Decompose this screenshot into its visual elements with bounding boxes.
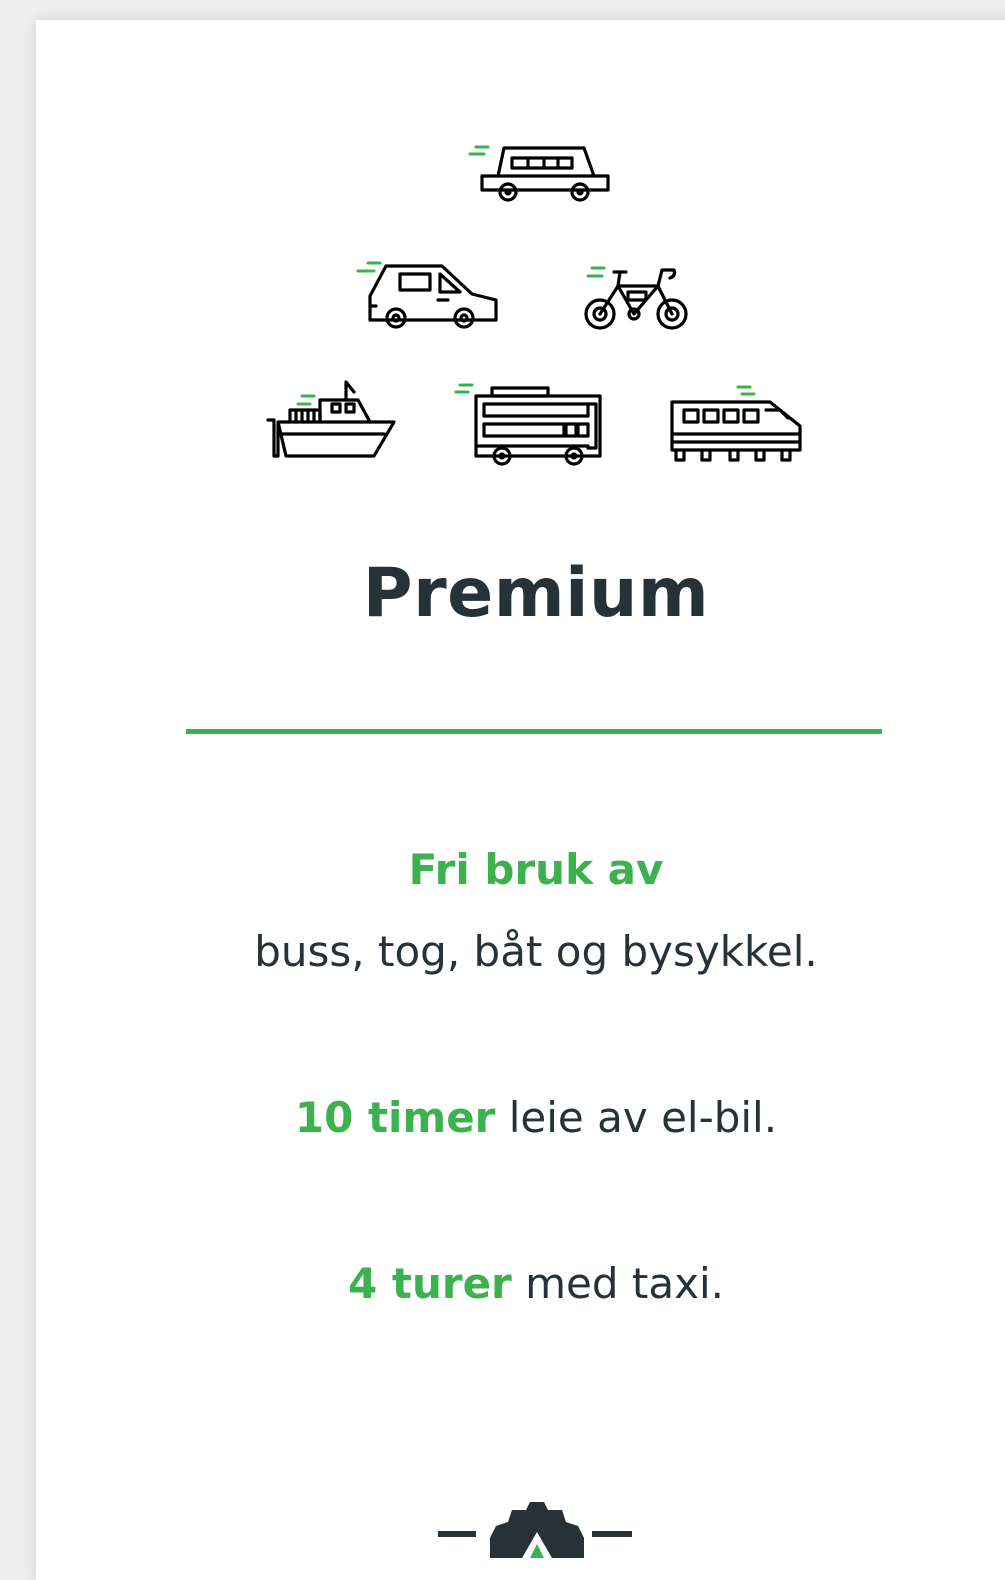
taxi-feature: 4 turer med taxi. (36, 1256, 1005, 1312)
free-use-text: buss, tog, båt og bysykkel. (254, 927, 818, 976)
car-icon (356, 260, 500, 330)
boat-icon (266, 380, 398, 460)
gear-icon (438, 1498, 632, 1562)
taxi-highlight: 4 turer (348, 1259, 512, 1308)
plan-title: Premium (362, 554, 710, 633)
ev-rental-highlight: 10 timer (294, 1093, 496, 1142)
limousine-icon (468, 142, 610, 204)
train-icon (668, 384, 802, 468)
free-use-heading: Fri bruk av (408, 845, 664, 894)
bus-icon (454, 382, 606, 470)
ev-rental-feature: 10 timer leie av el-bil. (36, 1090, 1005, 1146)
ev-rental-text: leie av el-bil. (495, 1093, 778, 1142)
taxi-text: med taxi. (511, 1259, 724, 1308)
bicycle-icon (584, 264, 696, 334)
premium-plan-card: Premium Fri bruk av buss, tog, båt og by… (36, 20, 1005, 1580)
title-divider (186, 729, 882, 734)
